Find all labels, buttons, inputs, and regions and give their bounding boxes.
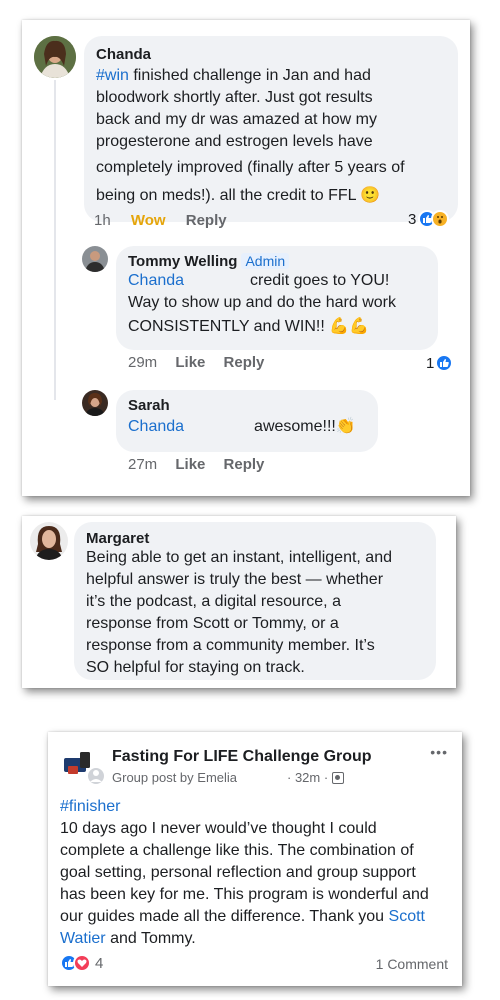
post-author-link[interactable]: Group post by Emelia: [112, 770, 237, 785]
admin-badge: Admin: [241, 253, 290, 269]
chanda-mention-link[interactable]: Chanda: [128, 418, 184, 435]
like-button[interactable]: Like: [175, 456, 205, 473]
reply-text: awesome!!!👏: [254, 418, 356, 435]
reply-button[interactable]: Reply: [224, 354, 265, 371]
post-text-line: and Tommy.: [105, 930, 196, 947]
tommy-reply-bubble: Tommy Welling Admin Chanda credit goes to …: [116, 246, 438, 350]
reply-button[interactable]: Reply: [224, 456, 265, 473]
reply-author: Tommy Welling Admin: [128, 253, 426, 270]
post-text-line: goal setting, personal reflection and gr…: [60, 864, 416, 881]
comment-text-line: finished challenge in Jan and had: [128, 67, 371, 84]
reply-text-line: Way to show up and do the hard work: [128, 294, 396, 311]
comment-text-line: completely improved (finally after 5 yea…: [96, 159, 405, 176]
chanda-comment-bubble: Chanda #win finished challenge in Jan an…: [84, 36, 458, 222]
group-post-card: Fasting For LIFE Challenge Group Group p…: [48, 732, 462, 986]
post-text-line: our guides made all the difference. Than…: [60, 908, 389, 925]
margaret-avatar[interactable]: [30, 522, 68, 560]
reply-button[interactable]: Reply: [186, 212, 227, 229]
post-subtitle: Group post by Emelia · 32m ·: [112, 770, 345, 785]
group-privacy-icon: [332, 771, 345, 784]
comment-text-line: response from Scott or Tommy, or a: [86, 615, 339, 632]
comment-count-link[interactable]: 1 Comment: [376, 956, 448, 972]
post-time[interactable]: · 32m ·: [287, 770, 328, 785]
comment-text-line: progesterone and estrogen levels have: [96, 133, 373, 150]
reaction-count: 1: [426, 354, 435, 372]
reply-author-name[interactable]: Tommy Welling: [128, 253, 237, 270]
comment-text-line: being on meds!). all the credit to FFL 🙂: [96, 187, 381, 204]
post-text-line: has been key for me. This program is won…: [60, 886, 429, 903]
reply-time[interactable]: 29m: [128, 354, 157, 371]
love-reaction-icon: [73, 954, 91, 972]
watier-mention-link[interactable]: Watier: [60, 930, 106, 947]
margaret-comment-bubble: Margaret Being able to get an instant, i…: [74, 522, 436, 680]
comment-reactions[interactable]: 3: [408, 210, 450, 228]
reply-text-line: CONSISTENTLY and WIN!! 💪💪: [128, 318, 370, 335]
comment-text-line: bloodwork shortly after. Just got result…: [96, 89, 373, 106]
wow-reaction-icon: [431, 210, 450, 228]
like-button[interactable]: Like: [175, 354, 205, 371]
comment-text-line: it’s the podcast, a digital resource, a: [86, 593, 341, 610]
like-reaction-icon: [435, 354, 454, 372]
comment-text-line: response from a community member. It’s: [86, 637, 375, 654]
win-hashtag-link[interactable]: #win: [96, 67, 129, 84]
post-text-line: 10 days ago I never would’ve thought I c…: [60, 820, 377, 837]
reply-meta: 29m Like Reply: [128, 354, 264, 371]
chanda-avatar[interactable]: [34, 36, 76, 78]
comment-author[interactable]: Chanda: [96, 46, 446, 63]
chanda-mention-link[interactable]: Chanda: [128, 272, 184, 289]
comment-thread-card: Chanda #win finished challenge in Jan an…: [22, 20, 470, 496]
comment-text-line: Being able to get an instant, intelligen…: [86, 549, 392, 566]
more-options-icon[interactable]: •••: [430, 744, 448, 760]
thread-line: [54, 80, 56, 400]
comment-author[interactable]: Margaret: [86, 530, 424, 547]
sarah-reply-bubble: Sarah Chanda awesome!!!👏: [116, 390, 378, 452]
reaction-count: 3: [408, 210, 417, 228]
scott-mention-link[interactable]: Scott: [389, 908, 425, 925]
margaret-comment-card: Margaret Being able to get an instant, i…: [22, 516, 456, 688]
post-reactions[interactable]: 4: [60, 954, 103, 972]
reply-time[interactable]: 27m: [128, 456, 157, 473]
finisher-hashtag-link[interactable]: #finisher: [60, 796, 456, 818]
reply-author[interactable]: Sarah: [128, 397, 366, 414]
group-name-link[interactable]: Fasting For LIFE Challenge Group: [112, 748, 372, 766]
reply-reactions[interactable]: 1: [426, 354, 454, 372]
post-text-line: complete a challenge like this. The comb…: [60, 842, 414, 859]
wow-reaction-button[interactable]: Wow: [131, 212, 166, 229]
reply-meta: 27m Like Reply: [128, 456, 264, 473]
comment-meta: 1h Wow Reply: [94, 212, 227, 229]
comment-text-line: helpful answer is truly the best — wheth…: [86, 571, 384, 588]
comment-text-line: SO helpful for staying on track.: [86, 659, 305, 676]
comment-text-line: back and my dr was amazed at how my: [96, 111, 378, 128]
reply-text: credit goes to YOU!: [250, 272, 390, 289]
group-avatar[interactable]: [60, 744, 104, 788]
reaction-count: 4: [95, 954, 104, 972]
comment-time[interactable]: 1h: [94, 212, 111, 229]
tommy-avatar[interactable]: [82, 246, 108, 272]
sarah-avatar[interactable]: [82, 390, 108, 416]
